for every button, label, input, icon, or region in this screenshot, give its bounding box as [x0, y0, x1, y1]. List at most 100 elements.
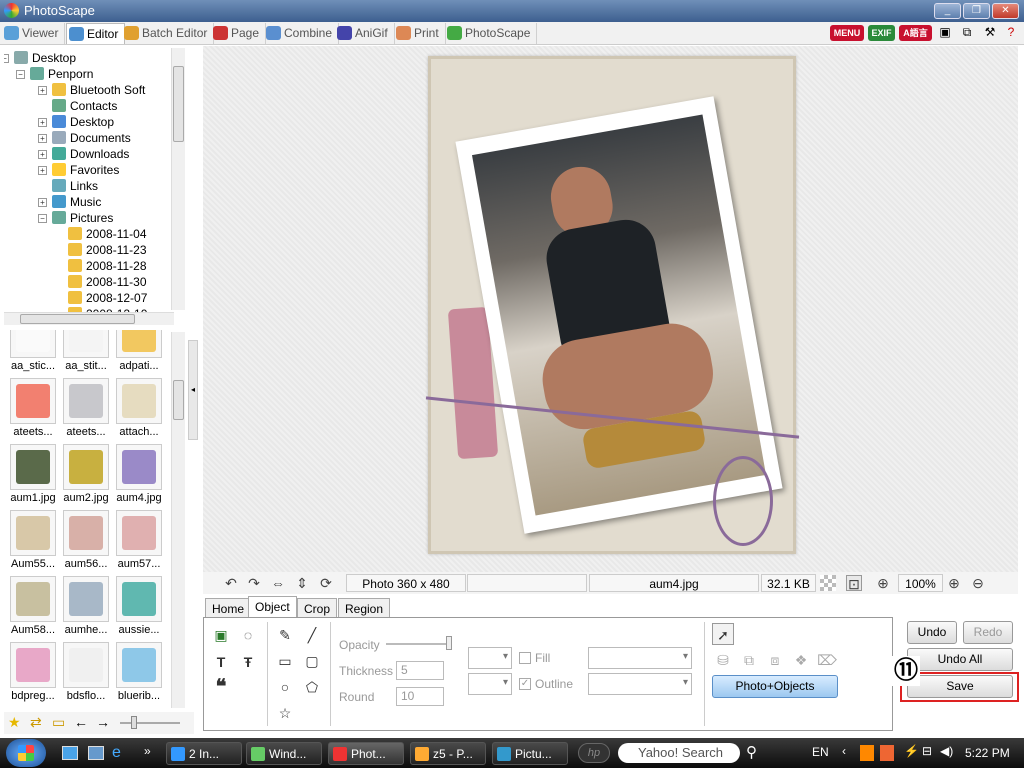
- thumbnail-image[interactable]: [63, 444, 109, 490]
- thumbnail-size-slider[interactable]: [120, 722, 180, 724]
- rounded-rectangle-icon[interactable]: ▢: [301, 650, 323, 672]
- rotate-left-icon[interactable]: ↶: [223, 575, 239, 591]
- volume-icon[interactable]: ◀): [940, 744, 953, 758]
- redo-button[interactable]: Redo: [963, 621, 1013, 644]
- thumbnail-image[interactable]: [10, 444, 56, 490]
- tab-batch-editor[interactable]: Batch Editor: [122, 23, 215, 44]
- quote-icon[interactable]: ❝: [210, 676, 232, 698]
- text-icon[interactable]: T: [210, 651, 232, 673]
- show-desktop-icon[interactable]: [62, 746, 78, 760]
- save-button[interactable]: Save: [907, 675, 1013, 698]
- language-button[interactable]: A語言: [899, 25, 932, 41]
- tab-anigif[interactable]: AniGif: [335, 23, 395, 44]
- tray-expand-icon[interactable]: ‹: [842, 744, 846, 758]
- tab-photoscape[interactable]: PhotoScape: [445, 23, 538, 44]
- star-shape-icon[interactable]: ☆: [274, 702, 296, 724]
- thumbnail-image[interactable]: [116, 378, 162, 424]
- collapse-icon[interactable]: −: [16, 70, 25, 79]
- thumbnail-scrollbar[interactable]: [171, 332, 185, 708]
- opacity-slider-handle[interactable]: [446, 636, 452, 650]
- power-icon[interactable]: ⚡: [904, 744, 919, 758]
- delete-object-icon[interactable]: ⌦: [816, 649, 838, 671]
- thumbnail-image[interactable]: [116, 576, 162, 622]
- fill-color-combo[interactable]: [468, 647, 512, 669]
- tab-region[interactable]: Region: [338, 598, 391, 618]
- forward-arrow-icon[interactable]: →: [96, 714, 110, 730]
- taskbar-task[interactable]: Wind...: [246, 742, 322, 765]
- thumbnail-image[interactable]: [116, 510, 162, 556]
- speech-balloon-icon[interactable]: ◌: [237, 624, 259, 646]
- close-button[interactable]: ✕: [992, 3, 1019, 19]
- tab-object[interactable]: Object: [248, 596, 297, 618]
- line-icon[interactable]: ╱: [301, 624, 323, 646]
- help-icon[interactable]: ?: [1003, 24, 1019, 41]
- thumbnail-image[interactable]: [63, 576, 109, 622]
- expand-icon[interactable]: +: [38, 118, 47, 127]
- quicklaunch-more-icon[interactable]: »: [144, 744, 151, 758]
- outline-checkbox[interactable]: ✓: [519, 678, 531, 690]
- taskbar-task[interactable]: Pictu...: [492, 742, 568, 765]
- tray-app-icon[interactable]: [860, 745, 874, 761]
- star-icon[interactable]: ★: [8, 714, 21, 731]
- slideshow-icon[interactable]: ▣: [937, 24, 953, 41]
- tab-print[interactable]: Print: [394, 23, 446, 44]
- search-icon[interactable]: ⚲: [746, 743, 757, 761]
- panel-collapse-handle[interactable]: ◂: [188, 340, 198, 440]
- thumbnail-image[interactable]: [116, 444, 162, 490]
- expand-icon[interactable]: +: [38, 166, 47, 175]
- zoom-in-icon[interactable]: ⊕: [946, 575, 962, 591]
- shuffle-icon[interactable]: ⇄: [30, 714, 42, 731]
- tree-horizontal-scrollbar[interactable]: [4, 312, 174, 325]
- zoom-actual-icon[interactable]: ⊕: [875, 575, 891, 591]
- select-arrow-icon[interactable]: ➚: [712, 623, 734, 645]
- thumbnail-image[interactable]: [63, 330, 109, 358]
- collapse-icon[interactable]: −: [4, 54, 9, 63]
- back-arrow-icon[interactable]: ←: [74, 714, 88, 730]
- folder-open-icon[interactable]: ▭: [52, 714, 65, 731]
- clock[interactable]: 5:22 PM: [965, 746, 1010, 760]
- zoom-out-icon[interactable]: ⊖: [970, 575, 986, 591]
- thumbnail-image[interactable]: [10, 330, 56, 358]
- group-icon[interactable]: ❖: [790, 649, 812, 671]
- tree-vertical-scrollbar[interactable]: [171, 48, 185, 310]
- expand-icon[interactable]: +: [38, 134, 47, 143]
- undo-button[interactable]: Undo: [907, 621, 957, 644]
- yahoo-search-field[interactable]: Yahoo! Search: [618, 743, 740, 763]
- switch-windows-icon[interactable]: [88, 746, 104, 760]
- thumbnail-image[interactable]: [63, 642, 109, 688]
- tools-icon[interactable]: ⚒: [982, 24, 998, 41]
- minimize-button[interactable]: _: [934, 3, 961, 19]
- thumbnail-image[interactable]: [10, 378, 56, 424]
- photo-image[interactable]: [471, 114, 767, 516]
- thumbnail-image[interactable]: [116, 330, 162, 358]
- transparency-icon[interactable]: [820, 575, 836, 591]
- fill-style-combo[interactable]: [588, 647, 692, 669]
- zoom-fit-icon[interactable]: ⊡: [846, 575, 862, 592]
- tab-combine[interactable]: Combine: [264, 23, 340, 44]
- round-stepper[interactable]: 10: [396, 687, 444, 706]
- network-icon[interactable]: ⊟: [922, 744, 932, 758]
- pen-icon[interactable]: ✎: [274, 624, 296, 646]
- flip-horizontal-icon[interactable]: ⇔: [270, 575, 286, 591]
- taskbar-task[interactable]: 2 In...: [166, 742, 242, 765]
- insert-photo-icon[interactable]: ▣: [210, 624, 232, 646]
- tab-page[interactable]: Page: [211, 23, 267, 44]
- duplicate-icon[interactable]: ⧉: [738, 649, 760, 671]
- send-back-icon[interactable]: ⧈: [764, 649, 786, 671]
- opacity-slider[interactable]: [386, 643, 452, 645]
- fill-checkbox[interactable]: [519, 652, 531, 664]
- outline-style-combo[interactable]: [588, 673, 692, 695]
- tab-editor[interactable]: Editor: [66, 23, 126, 44]
- start-button[interactable]: [6, 739, 46, 767]
- copy-icon[interactable]: ⧉: [959, 24, 975, 41]
- refresh-icon[interactable]: ⟳: [318, 575, 334, 591]
- circle-icon[interactable]: ○: [274, 676, 296, 698]
- photo-objects-button[interactable]: Photo+Objects: [712, 675, 838, 698]
- rectangle-icon[interactable]: ▭: [274, 650, 296, 672]
- thumbnail-image[interactable]: [63, 510, 109, 556]
- bring-front-icon[interactable]: ⛁: [712, 649, 734, 671]
- rotate-right-icon[interactable]: ↷: [246, 575, 262, 591]
- pentagon-icon[interactable]: ⬠: [301, 676, 323, 698]
- taskbar-task[interactable]: Phot...: [328, 742, 404, 765]
- taskbar-task[interactable]: z5 - P...: [410, 742, 486, 765]
